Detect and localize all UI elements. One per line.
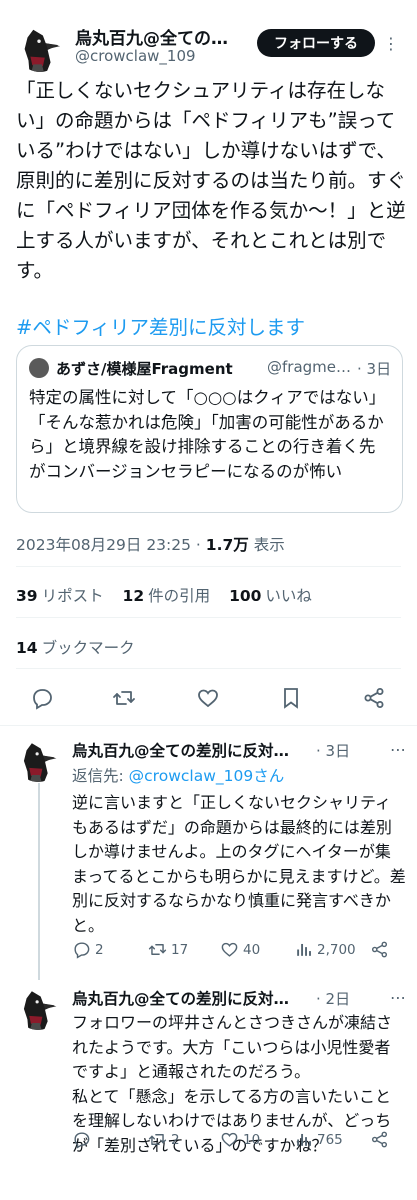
reply-to-handle[interactable]: @crowclaw_109さん [129,767,285,785]
repost-icon [148,944,167,955]
reply-author-avatar[interactable] [16,738,60,782]
reply-icon [74,1132,90,1149]
thread-connector [38,783,40,980]
reply-icon[interactable] [30,686,54,710]
like-icon [221,942,238,957]
likes-stat[interactable]: 100 いいね [229,587,312,605]
more-options-icon[interactable]: ⋯ [390,740,407,759]
views-label: 表示 [253,536,285,554]
divider [16,617,401,618]
reposts-stat[interactable]: 39 リポスト [16,587,104,605]
reply-actions: 2 17 40 2,700 [72,940,402,962]
quoted-tweet-text: 特定の属性に対して「○○○はクィアではない」「そんな惹かれは危険」「加害の可能性… [29,388,386,481]
more-options-icon[interactable]: ⋯ [390,988,407,1007]
repost-icon[interactable] [112,686,136,710]
engagement-stats: 39 リポスト 12 件の引用 100 いいね [16,584,312,606]
reply-text: 逆に言いますと「正しくないセクシャリティもあるはずだ」の命題からは最終的には差別… [72,793,406,935]
reply-date: · 3日 [316,742,351,760]
reply-views-button[interactable]: 765 [294,1130,343,1149]
share-icon [371,941,388,958]
divider [0,725,417,726]
divider [16,566,401,567]
reply-date: · 2日 [316,990,351,1008]
views-count: 1.7万 [205,536,249,554]
reply-actions: 2 10 765 [72,1130,402,1152]
author-handle[interactable]: @crowclaw_109 [75,47,196,65]
more-options-icon[interactable]: ⋮ [383,34,400,53]
reply-icon [74,942,90,959]
author-avatar[interactable] [16,24,64,72]
reply-share-button[interactable] [370,1130,389,1149]
views-icon [297,943,311,956]
reply-to-line: 返信先: @crowclaw_109さん [72,767,285,785]
quotes-stat[interactable]: 12 件の引用 [123,587,211,605]
reply-reply-button[interactable]: 2 [72,940,104,959]
reply-repost-button[interactable]: 17 [148,940,188,959]
quoted-date: · 3日 [357,360,392,378]
reply-author-name[interactable]: 烏丸百九@全ての差別に反対… [72,739,316,761]
reply-share-button[interactable] [370,940,389,959]
timestamp[interactable]: 2023年08月29日 23:25 [16,536,191,554]
like-icon [221,1132,238,1147]
bookmarks-stat[interactable]: 14 ブックマーク [16,636,135,658]
author-name[interactable]: 烏丸百九@全ての… [75,24,253,49]
hashtag-link[interactable]: #ペドフィリア差別に反対します [16,311,305,340]
views-icon [297,1133,311,1146]
reply-views-button[interactable]: 2,700 [294,940,356,959]
like-icon[interactable] [196,686,220,710]
reply-like-button[interactable]: 10 [220,1130,260,1149]
quoted-tweet-card[interactable]: あずさ/模様屋Fragment @fragme… · 3日 特定の属性に対して「… [16,345,403,513]
share-icon [371,1131,388,1148]
reply-author-avatar[interactable] [16,986,60,1030]
reply-reply-button[interactable] [72,1130,95,1149]
tweet-text: 「正しくないセクシュアリティは存在しない」の命題からは「ペドフィリアも”誤ってい… [16,79,407,282]
reply-repost-button[interactable]: 2 [148,1130,180,1149]
quoted-author-name: あずさ/模様屋Fragment [56,360,233,378]
follow-button[interactable]: フォローする [257,29,375,57]
reply-author-name[interactable]: 烏丸百九@全ての差別に反対… [72,987,316,1009]
bookmark-icon[interactable] [279,686,303,710]
reply-like-button[interactable]: 40 [220,940,260,959]
repost-icon [148,1134,167,1145]
share-icon[interactable] [362,686,386,710]
tweet-meta: 2023年08月29日 23:25 · 1.7万 表示 [16,536,285,554]
divider [16,668,401,669]
quoted-author-avatar [29,358,49,378]
quoted-author-handle: @fragme… [267,358,352,376]
